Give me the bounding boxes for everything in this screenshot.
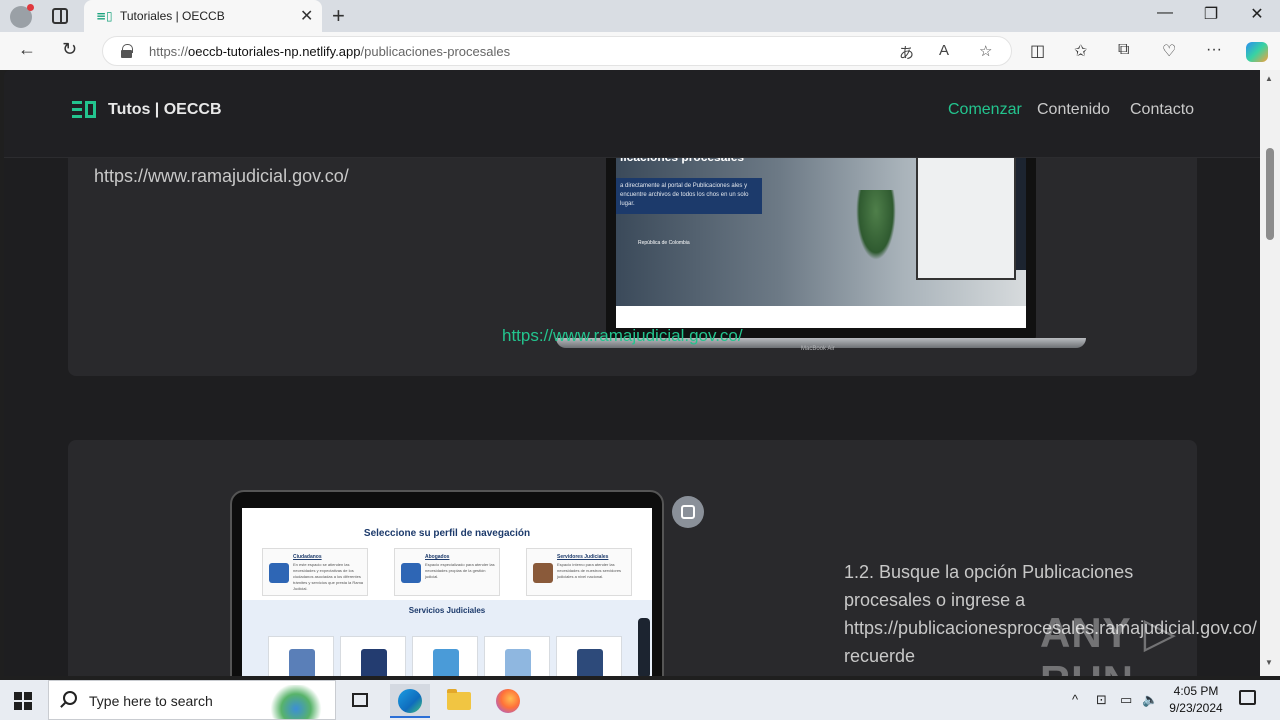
collections-icon[interactable]: ⧉ xyxy=(1118,41,1129,59)
refresh-icon[interactable]: ↻ xyxy=(62,39,77,60)
show-hidden-icons-icon[interactable]: ^ xyxy=(1072,692,1078,707)
scroll-up-icon[interactable]: ▲ xyxy=(1265,74,1273,83)
clock-date[interactable]: 9/23/2024 xyxy=(1160,701,1232,715)
visual-search-icon[interactable] xyxy=(672,496,704,528)
site-favicon-icon: ≡▯ xyxy=(96,9,113,23)
clock-time[interactable]: 4:05 PM xyxy=(1166,684,1226,698)
scroll-down-icon[interactable]: ▼ xyxy=(1265,658,1273,667)
laptop-screenshot-1: licaciones procesales a directamente al … xyxy=(606,130,1036,340)
restore-icon[interactable]: ❐ xyxy=(1188,4,1234,24)
url-text[interactable]: https://oeccb-tutoriales-np.netlify.app/… xyxy=(149,44,510,59)
search-highlight-icon xyxy=(261,685,331,719)
perfil-card-ciudadanos: Ciudadanos En este espacio se atienden l… xyxy=(262,548,368,596)
plant-image xyxy=(856,190,896,260)
browser-tab-bar: ≡▯ Tutoriales | OECCB ✕ + — ❐ ✕ xyxy=(0,0,1280,32)
split-screen-icon[interactable]: ◫ xyxy=(1030,41,1045,61)
section1-url-text: https://www.ramajudicial.gov.co/ xyxy=(94,166,349,186)
perfil-card-servidores: Servidores Judiciales Espacio interno pa… xyxy=(526,548,632,596)
servicio-tile xyxy=(556,636,622,676)
workspaces-icon[interactable] xyxy=(52,8,68,24)
hero-sub: República de Colombia xyxy=(638,240,690,246)
read-aloud-icon[interactable]: A xyxy=(939,42,949,59)
volume-icon[interactable]: 🔈 xyxy=(1142,692,1158,708)
folder-icon xyxy=(447,689,471,710)
edge-icon xyxy=(398,689,422,713)
logo-icon[interactable] xyxy=(72,101,96,119)
lock-icon[interactable] xyxy=(121,44,133,58)
side-dock xyxy=(638,618,650,676)
tab-title: Tutoriales | OECCB xyxy=(120,9,225,23)
nav-contenido[interactable]: Contenido xyxy=(1037,101,1110,119)
device-icon[interactable]: ⊡ xyxy=(1096,692,1107,708)
scroll-thumb[interactable] xyxy=(1266,148,1274,240)
new-tab-icon[interactable]: + xyxy=(332,3,345,29)
windows-taskbar: Type here to search ^ ⊡ ▭ 🔈 4:05 PM 9/23… xyxy=(0,680,1280,720)
network-icon[interactable]: ▭ xyxy=(1120,692,1132,708)
laptop-screenshot-2: Seleccione su perfil de navegación Ciuda… xyxy=(230,490,664,676)
profile-avatar-icon[interactable] xyxy=(10,4,34,28)
windows-start-icon[interactable] xyxy=(14,692,32,710)
firefox-icon xyxy=(496,689,520,713)
nav-comenzar[interactable]: Comenzar xyxy=(948,101,1022,119)
hero-box-text: a directamente al portal de Publicacione… xyxy=(620,183,749,207)
favorite-star-icon[interactable]: ☆ xyxy=(979,42,992,60)
translate-icon[interactable]: あ xyxy=(899,42,914,63)
taskbar-search-box[interactable]: Type here to search xyxy=(48,680,336,720)
site-header: Tutos | OECCB Comenzar Contenido Contact… xyxy=(4,70,1260,158)
taskbar-edge-button[interactable] xyxy=(390,684,430,718)
page-viewport: Tutos | OECCB Comenzar Contenido Contact… xyxy=(4,70,1260,676)
taskbar-file-explorer-button[interactable] xyxy=(439,684,479,718)
perfil-card-abogados: Abogados Espacio especializado para aten… xyxy=(394,548,500,596)
servicio-tile xyxy=(412,636,478,676)
servicio-tile xyxy=(484,636,550,676)
nav-contacto[interactable]: Contacto xyxy=(1130,101,1194,119)
servicios-title: Servicios Judiciales xyxy=(408,606,486,615)
browser-essentials-icon[interactable]: ♡ xyxy=(1162,41,1176,61)
page-scrollbar[interactable]: ▲ ▼ xyxy=(1260,70,1280,676)
favorites-icon[interactable]: ✩ xyxy=(1074,41,1087,61)
notifications-icon[interactable] xyxy=(1239,690,1256,705)
close-window-icon[interactable]: ✕ xyxy=(1234,4,1280,24)
back-icon[interactable]: ← xyxy=(18,39,36,60)
address-bar[interactable]: https://oeccb-tutoriales-np.netlify.app/… xyxy=(102,36,1012,66)
laptop-photo xyxy=(916,140,1016,280)
task-view-icon xyxy=(352,693,368,707)
taskbar-search-placeholder: Type here to search xyxy=(89,693,213,709)
search-icon xyxy=(63,691,77,705)
close-tab-icon[interactable]: ✕ xyxy=(300,6,313,26)
browser-toolbar: ← ↻ https://oeccb-tutoriales-np.netlify.… xyxy=(0,32,1280,70)
taskbar-firefox-button[interactable] xyxy=(488,684,528,718)
task-view-button[interactable] xyxy=(340,684,380,718)
servicio-tile xyxy=(268,636,334,676)
minimize-icon[interactable]: — xyxy=(1142,4,1188,22)
laptop-brand-label: MacBook Air xyxy=(801,346,835,352)
copilot-icon[interactable] xyxy=(1246,42,1268,62)
perfil-title: Seleccione su perfil de navegación xyxy=(363,528,531,539)
ramajudicial-link[interactable]: https://www.ramajudicial.gov.co/ xyxy=(502,326,743,346)
site-logo-text[interactable]: Tutos | OECCB xyxy=(108,101,222,119)
browser-tab-active[interactable]: ≡▯ Tutoriales | OECCB ✕ xyxy=(84,0,322,32)
servicio-tile xyxy=(340,636,406,676)
more-icon[interactable]: ··· xyxy=(1206,41,1222,59)
anyrun-watermark: ANY ▷ RUN xyxy=(1040,609,1177,676)
